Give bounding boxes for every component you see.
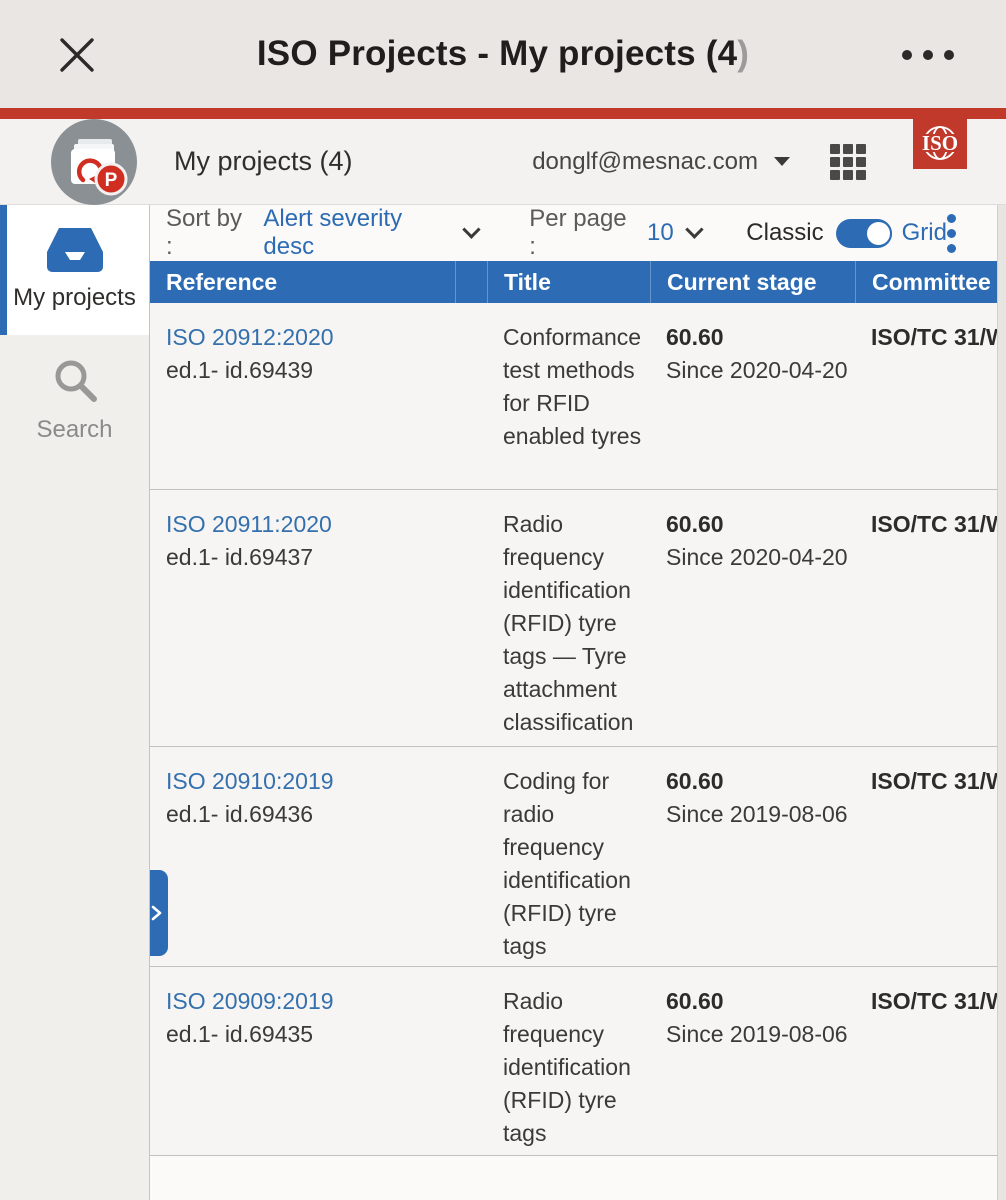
stage-since: Since 2020-04-20	[666, 541, 855, 574]
toggle-label-grid[interactable]: Grid	[902, 219, 947, 247]
column-header-title: Title	[487, 261, 650, 303]
sidebar-item-my-projects[interactable]: My projects	[0, 205, 149, 335]
chevron-down-icon[interactable]	[685, 220, 703, 238]
table-row: ISO 20912:2020 ed.1- id.69439 Conformanc…	[150, 303, 1006, 490]
per-page-dropdown[interactable]: 10	[647, 219, 674, 247]
stage-code: 60.60	[666, 508, 855, 541]
edition-id: ed.1- id.69435	[166, 1018, 487, 1051]
right-edge-strip	[997, 205, 1006, 1200]
inbox-icon	[47, 228, 103, 272]
edition-id: ed.1- id.69436	[166, 798, 487, 831]
project-title: Radio frequency identification (RFID) ty…	[487, 985, 650, 1155]
app-header: P My projects (4) donglf@mesnac.com ISO	[0, 119, 1006, 205]
table-header: Reference Title Current stage Committee	[150, 261, 1006, 303]
apps-grid-icon[interactable]	[830, 144, 866, 180]
svg-text:P: P	[105, 170, 118, 191]
svg-text:ISO: ISO	[922, 131, 958, 155]
stage-since: Since 2019-08-06	[666, 798, 855, 831]
committee: ISO/TC 31/WG	[855, 321, 1006, 489]
reference-link[interactable]: ISO 20910:2019	[166, 765, 487, 798]
stage-since: Since 2020-04-20	[666, 354, 855, 387]
table-row: ISO 20909:2019 ed.1- id.69435 Radio freq…	[150, 967, 1006, 1156]
page-title: ISO Projects - My projects (4)	[0, 34, 1006, 74]
projects-app-icon: P	[50, 118, 138, 206]
per-page-label: Per page :	[529, 205, 635, 261]
table-row: ISO 20911:2020 ed.1- id.69437 Radio freq…	[150, 490, 1006, 747]
sidebar-item-label: My projects	[13, 284, 136, 312]
sidebar-expand-tab[interactable]	[150, 870, 168, 956]
table-row: ISO 20910:2019 ed.1- id.69436 Coding for…	[150, 747, 1006, 967]
user-menu[interactable]: donglf@mesnac.com	[532, 148, 758, 176]
committee: ISO/TC 31/WG	[855, 508, 1006, 746]
kebab-menu-icon[interactable]	[947, 214, 956, 253]
content: Sort by : Alert severity desc Per page :…	[150, 205, 1006, 1200]
project-title: Conformance test methods for RFID enable…	[487, 321, 650, 489]
table-row-partial	[150, 1156, 1006, 1200]
table-body: ISO 20912:2020 ed.1- id.69439 Conformanc…	[150, 303, 1006, 1200]
brand-red-divider	[0, 108, 1006, 119]
toolbar: Sort by : Alert severity desc Per page :…	[150, 205, 1006, 261]
main-area: My projects Search Sort by : Alert sever…	[0, 205, 1006, 1200]
chevron-down-icon[interactable]	[462, 220, 480, 238]
sort-by-label: Sort by :	[166, 205, 251, 261]
column-header-reference: Reference	[150, 261, 455, 303]
sidebar-item-label: Search	[36, 416, 112, 444]
titlebar: ISO Projects - My projects (4)	[0, 0, 1006, 108]
column-header-committee: Committee	[855, 261, 1006, 303]
column-header-current-stage: Current stage	[650, 261, 855, 303]
project-title: Radio frequency identification (RFID) ty…	[487, 508, 650, 746]
caret-down-icon[interactable]	[774, 157, 790, 166]
edition-id: ed.1- id.69439	[166, 354, 487, 387]
stage-code: 60.60	[666, 321, 855, 354]
edition-id: ed.1- id.69437	[166, 541, 487, 574]
reference-link[interactable]: ISO 20911:2020	[166, 508, 487, 541]
sort-by-dropdown[interactable]: Alert severity desc	[263, 205, 450, 261]
sidebar: My projects Search	[0, 205, 150, 1200]
header-title: My projects (4)	[174, 146, 353, 177]
chevron-right-icon	[150, 905, 164, 921]
stage-since: Since 2019-08-06	[666, 1018, 855, 1051]
more-horizontal-icon[interactable]	[902, 50, 954, 60]
reference-link[interactable]: ISO 20912:2020	[166, 321, 487, 354]
iso-logo: ISO	[913, 119, 967, 169]
classic-grid-toggle[interactable]	[836, 219, 892, 248]
stage-code: 60.60	[666, 985, 855, 1018]
close-icon[interactable]	[56, 34, 98, 76]
project-title: Coding for radio frequency identificatio…	[487, 765, 650, 966]
committee: ISO/TC 31/WG	[855, 765, 1006, 966]
toggle-knob	[865, 220, 892, 247]
sidebar-item-search[interactable]: Search	[0, 335, 149, 465]
search-icon	[51, 356, 99, 404]
stage-code: 60.60	[666, 765, 855, 798]
reference-link[interactable]: ISO 20909:2019	[166, 985, 487, 1018]
column-header-spacer	[455, 261, 487, 303]
committee: ISO/TC 31/WG	[855, 985, 1006, 1155]
toggle-label-classic[interactable]: Classic	[746, 219, 823, 247]
